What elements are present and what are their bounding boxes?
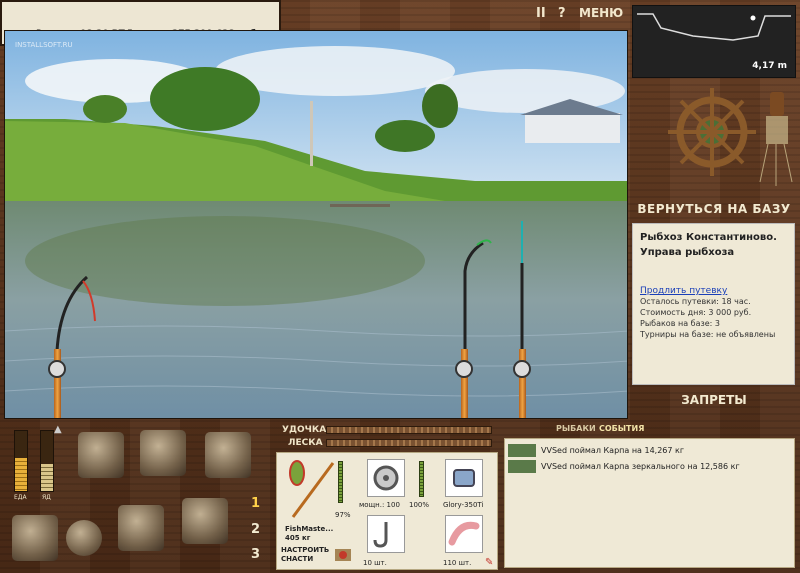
watermark: INSTALLSOFT.RU [15,41,73,49]
hook-slot[interactable] [367,515,405,553]
poison-level [41,464,53,491]
line-tension-bar [326,439,492,447]
events-list: VVSed поймал Карпа на 14,267 кг VVSed по… [504,438,795,568]
rod-weight: 405 кг [285,534,311,542]
scene-illustration [5,31,627,418]
farm-title: Рыбхоз Константиново. Управа рыбхоза [640,232,777,258]
pause-button[interactable]: II [536,6,546,21]
reel-condition: 100% [409,501,430,509]
hook-icon [373,522,388,548]
rod-slot-2[interactable]: 2 [251,522,260,537]
depth-profile-graph [637,13,791,41]
depth-value: 4,17 m [752,61,787,71]
line-slot[interactable] [445,459,483,497]
back-to-base-button[interactable]: ВЕРНУТЬСЯ НА БАЗУ [630,197,798,221]
extend-ticket-link[interactable]: Продлить путевку [640,286,787,296]
tournaments-info: Турниры на базе: не объявлены [640,330,776,339]
tackle-box-icon[interactable] [78,432,124,478]
rod-condition-bar [338,461,343,503]
ticket-remaining: Осталось путевки: 18 час. [640,297,751,306]
day-cost: Стоимость дня: 3 000 руб. [640,308,752,317]
keepnet-icon[interactable] [182,498,228,544]
lure-box-icon[interactable] [333,545,353,565]
hooks-count: 10 шт. [363,559,387,567]
rod-label: УДОЧКА [282,425,327,435]
events-tabs: РЫБАКИ СОБЫТИЯ [556,424,696,436]
event-text: VVSed поймал Карпа на 14,267 кг [541,445,685,455]
bait-count: 110 шт. [443,559,472,567]
reel-slot[interactable] [367,459,405,497]
tackle-panel: 97% FishMaste... 405 кг мощн.: 100 100% … [276,452,498,570]
cursor-arrow-icon: ▲ [54,424,62,435]
menu-button[interactable]: МЕНЮ [579,6,623,20]
bans-button[interactable]: ЗАПРЕТЫ [630,388,798,412]
reel-power: мощн.: 100 [359,501,400,509]
line-spool-icon [453,469,475,487]
rod-slot-3[interactable]: 3 [251,547,260,562]
ship-wheel-decoration [630,82,798,194]
list-item: VVSed поймал Карпа зеркального на 12,586… [508,458,791,474]
rod-slot-1[interactable]: 1 [251,496,260,511]
fishing-scene[interactable]: INSTALLSOFT.RU [4,30,628,419]
poison-label: ЯД [42,494,51,501]
rod-name: FishMaste... [285,525,334,533]
fishers-count: Рыбаков на базе: 3 [640,319,720,328]
farm-info-panel: Рыбхоз Константиново. Управа рыбхоза Про… [632,223,795,385]
depth-sonar: 4,17 m [632,5,796,78]
setup-tackle-button[interactable]: НАСТРОИТЬ СНАСТИ [281,546,333,564]
top-bar: II ? МЕНЮ [281,0,631,30]
line-label: ЛЕСКА [288,438,323,448]
event-text: VVSed поймал Карпа зеркального на 12,586… [541,461,740,471]
bait-icon [448,521,480,546]
bait-slot[interactable] [445,515,483,553]
backpack-icon[interactable] [140,430,186,476]
chair-icon[interactable] [12,515,58,561]
fish-icon [508,443,536,457]
boat-icon[interactable] [118,505,164,551]
fish-icon [508,459,536,473]
tab-fishers[interactable]: РЫБАКИ [556,424,596,433]
rod-condition: 97% [335,511,351,519]
rod-tension-bar [326,426,492,434]
book-icon[interactable] [205,432,251,478]
tab-events[interactable]: СОБЫТИЯ [599,424,644,433]
reel-condition-bar [419,461,424,497]
remove-bait-icon[interactable]: ✎ [485,557,493,568]
compass-icon[interactable] [66,520,102,556]
help-button[interactable]: ? [558,6,566,21]
list-item: VVSed поймал Карпа на 14,267 кг [508,442,791,458]
ship-wheel-icon [668,88,793,186]
poison-meter [40,430,54,492]
rod-and-lure-icon[interactable] [281,457,337,523]
food-level [15,458,27,491]
food-meter [14,430,28,492]
line-name: Glory-350Ti [443,501,484,509]
gear-status: УДОЧКА ЛЕСКА [280,423,500,451]
food-label: ЕДА [14,494,27,501]
reel-icon [373,465,399,491]
